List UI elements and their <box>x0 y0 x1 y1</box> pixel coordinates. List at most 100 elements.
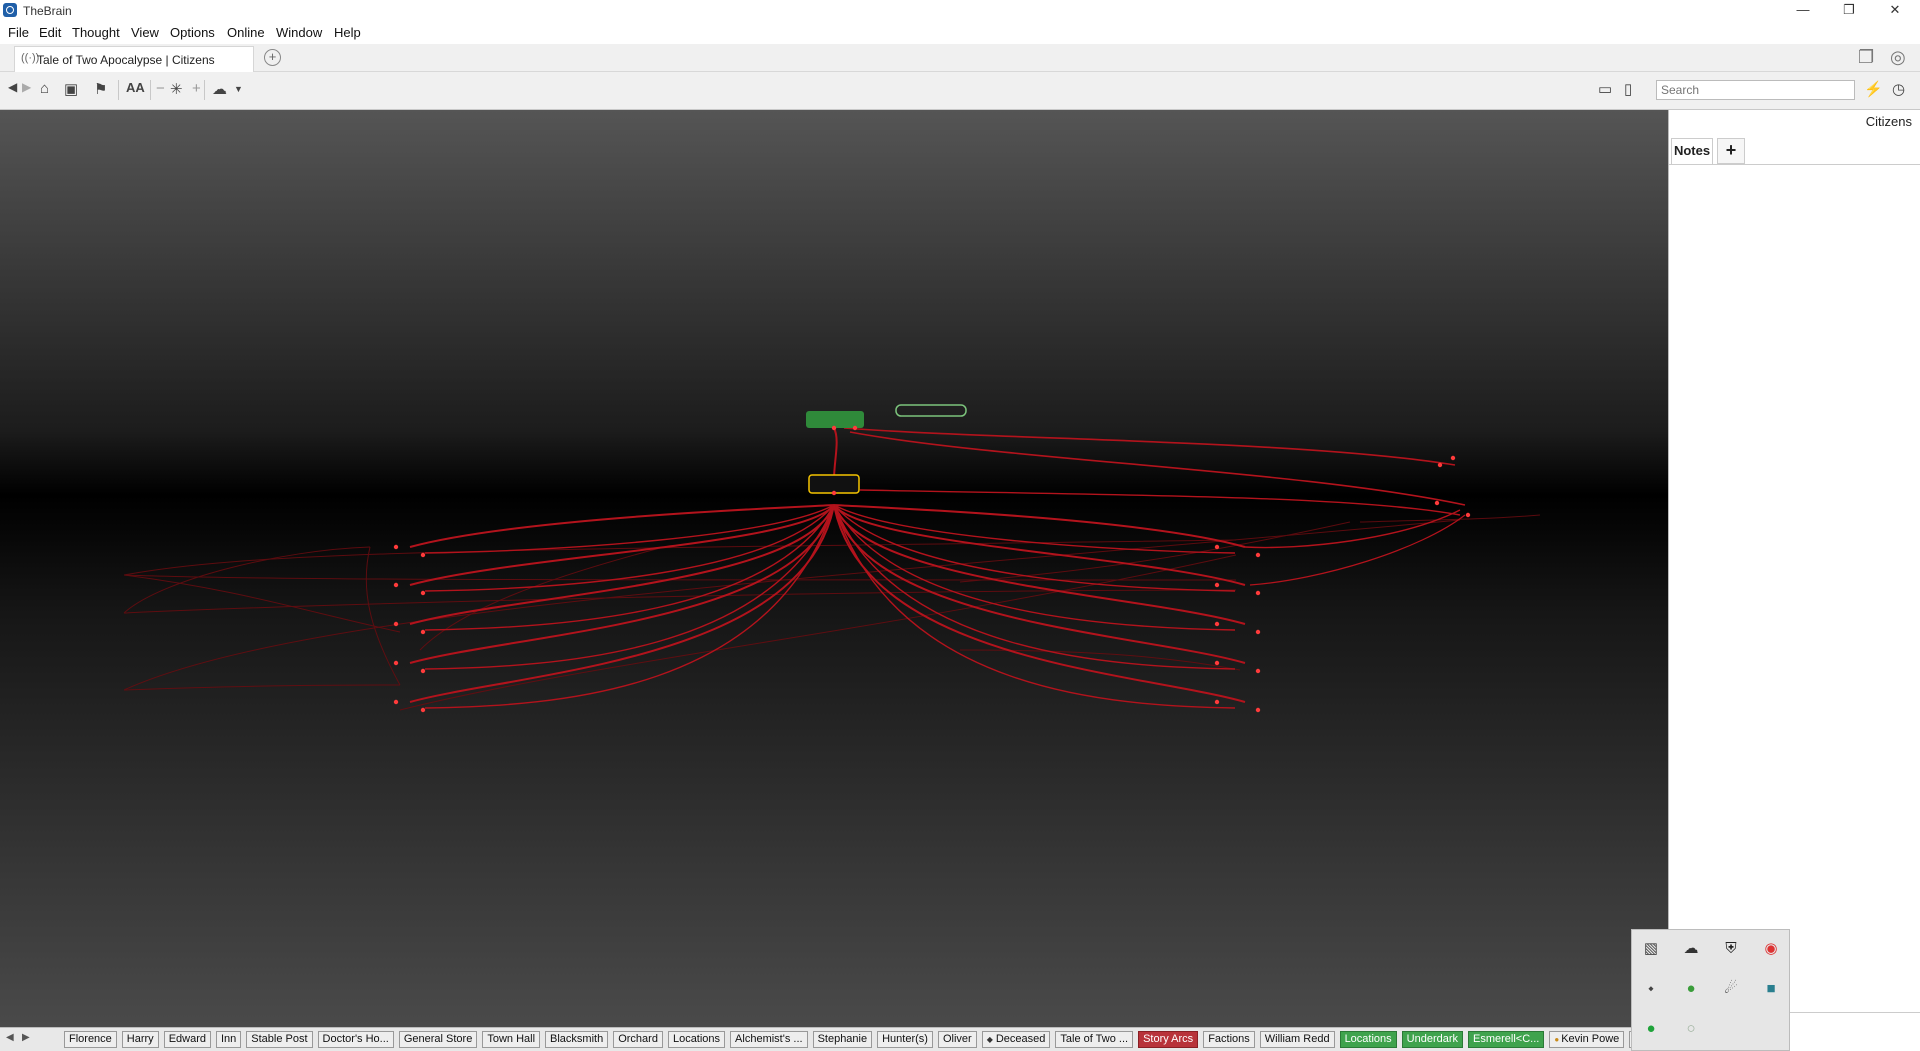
history-item[interactable]: Stephanie <box>812 1031 873 1048</box>
restore-button[interactable]: ❐ <box>1826 0 1872 22</box>
history-item[interactable]: Edward <box>163 1031 211 1048</box>
link-gate[interactable] <box>393 660 399 666</box>
history-item[interactable]: William Redd <box>1259 1031 1335 1048</box>
history-back-icon[interactable]: ◀ <box>6 1032 14 1043</box>
citizens-gate[interactable] <box>831 490 837 496</box>
link-gate[interactable] <box>420 668 426 674</box>
link-gate[interactable] <box>393 582 399 588</box>
menu-file[interactable]: File <box>8 25 29 40</box>
link-gate[interactable] <box>420 590 426 596</box>
history-item[interactable]: Oliver <box>937 1031 977 1048</box>
close-button[interactable]: ✕ <box>1872 0 1918 22</box>
history-item[interactable]: Kevin Powe <box>1549 1031 1625 1048</box>
history-item[interactable]: Inn <box>215 1031 242 1048</box>
plex-canvas[interactable] <box>0 110 1668 1027</box>
home-icon[interactable]: ⌂ <box>40 80 49 97</box>
history-item[interactable]: Orchard <box>613 1031 663 1048</box>
cloud-upload-icon[interactable]: ☁ <box>1680 938 1702 960</box>
chrome-icon[interactable]: ◉ <box>1760 938 1782 960</box>
link-gate[interactable] <box>852 425 858 431</box>
manadale-gate[interactable] <box>831 425 837 431</box>
link-gate[interactable] <box>1214 699 1220 705</box>
screenshot-icon[interactable]: ▧ <box>1640 938 1662 960</box>
add-note-button[interactable]: + <box>1717 138 1745 164</box>
history-item[interactable]: Locations <box>667 1031 726 1048</box>
image-icon[interactable]: ▣ <box>64 80 78 98</box>
layout-side-icon[interactable]: ▯ <box>1624 80 1632 98</box>
active-thought-citizens[interactable] <box>808 474 860 494</box>
link-gate[interactable] <box>1214 660 1220 666</box>
link-gate[interactable] <box>1465 512 1471 518</box>
clock-icon[interactable]: ◷ <box>1892 80 1905 98</box>
menu-edit[interactable]: Edit <box>39 25 61 40</box>
menu-help[interactable]: Help <box>334 25 361 40</box>
link-gate[interactable] <box>1255 552 1261 558</box>
menu-window[interactable]: Window <box>276 25 322 40</box>
menu-thought[interactable]: Thought <box>72 25 120 40</box>
parent-node-manadale[interactable] <box>806 411 864 428</box>
link-gate[interactable] <box>1214 582 1220 588</box>
link-gate[interactable] <box>1450 455 1456 461</box>
tab-brain[interactable]: ((·)) Tale of Two Apocalypse | Citizens <box>14 46 254 72</box>
zoom-out-icon[interactable]: − <box>156 80 165 97</box>
history-item[interactable]: Florence <box>64 1031 117 1048</box>
back-arrow-icon[interactable]: ◀ <box>8 80 17 94</box>
layout-bottom-icon[interactable]: ▭ <box>1598 80 1612 98</box>
history-item[interactable]: Story Arcs <box>1138 1031 1199 1048</box>
menu-view[interactable]: View <box>131 25 159 40</box>
minimize-button[interactable]: — <box>1780 0 1826 22</box>
tab-notes[interactable]: Notes <box>1671 138 1713 165</box>
faint-globe-icon[interactable]: ○ <box>1680 1018 1702 1040</box>
lightning-icon[interactable]: ⚡ <box>1864 80 1883 98</box>
history-item[interactable]: Esmerell<C... <box>1468 1031 1545 1048</box>
parent-tag-chip[interactable] <box>895 404 967 417</box>
link-gate[interactable] <box>1255 668 1261 674</box>
menu-online[interactable]: Online <box>227 25 265 40</box>
tag-icon[interactable]: ⚑ <box>94 80 107 98</box>
link-gate[interactable] <box>393 699 399 705</box>
history-item[interactable]: Blacksmith <box>545 1031 609 1048</box>
history-item[interactable]: Tale of Two ... <box>1055 1031 1134 1048</box>
droplet-icon[interactable]: ⬩ <box>1640 978 1662 1000</box>
link-gate[interactable] <box>1214 621 1220 627</box>
history-item[interactable]: Underdark <box>1401 1031 1464 1048</box>
search-input[interactable] <box>1656 80 1855 100</box>
shield-icon[interactable]: ⛨ <box>1720 938 1742 960</box>
layout-icon[interactable]: ✳ <box>170 80 183 98</box>
history-item[interactable]: Charles <box>1629 1031 1631 1048</box>
add-tab-button[interactable]: + <box>264 49 281 66</box>
history-item[interactable]: Locations <box>1339 1031 1397 1048</box>
history-item[interactable]: Factions <box>1203 1031 1255 1048</box>
history-item[interactable]: Stable Post <box>246 1031 313 1048</box>
history-item[interactable]: Alchemist's ... <box>730 1031 808 1048</box>
menu-options[interactable]: Options <box>170 25 215 40</box>
green-globe-icon[interactable]: ● <box>1680 978 1702 1000</box>
font-size-button[interactable]: AA <box>126 80 145 95</box>
user-icon[interactable]: ◎ <box>1890 47 1906 68</box>
link-gate[interactable] <box>1437 462 1443 468</box>
forward-arrow-icon[interactable]: ▶ <box>22 80 31 94</box>
link-gate[interactable] <box>393 621 399 627</box>
link-gate[interactable] <box>420 629 426 635</box>
green-circle-icon[interactable]: ● <box>1640 1018 1662 1040</box>
zoom-in-icon[interactable]: + <box>192 80 201 97</box>
link-gate[interactable] <box>1255 707 1261 713</box>
cube-icon[interactable]: ❐ <box>1858 47 1874 68</box>
history-item[interactable]: Deceased <box>981 1031 1051 1048</box>
link-gate[interactable] <box>1255 590 1261 596</box>
history-forward-icon[interactable]: ▶ <box>22 1032 30 1043</box>
satellite-icon[interactable]: ☄ <box>1720 978 1742 1000</box>
history-item[interactable]: Town Hall <box>482 1031 541 1048</box>
history-item[interactable]: General Store <box>398 1031 478 1048</box>
teal-app-icon[interactable]: ■ <box>1760 978 1782 1000</box>
history-item[interactable]: Harry <box>121 1031 159 1048</box>
chevron-down-icon[interactable]: ▼ <box>234 84 243 94</box>
link-gate[interactable] <box>1434 500 1440 506</box>
link-gate[interactable] <box>1214 544 1220 550</box>
link-gate[interactable] <box>1255 629 1261 635</box>
history-item[interactable]: Doctor's Ho... <box>317 1031 394 1048</box>
link-gate[interactable] <box>420 552 426 558</box>
history-item[interactable]: Hunter(s) <box>877 1031 933 1048</box>
link-gate[interactable] <box>393 544 399 550</box>
link-gate[interactable] <box>420 707 426 713</box>
